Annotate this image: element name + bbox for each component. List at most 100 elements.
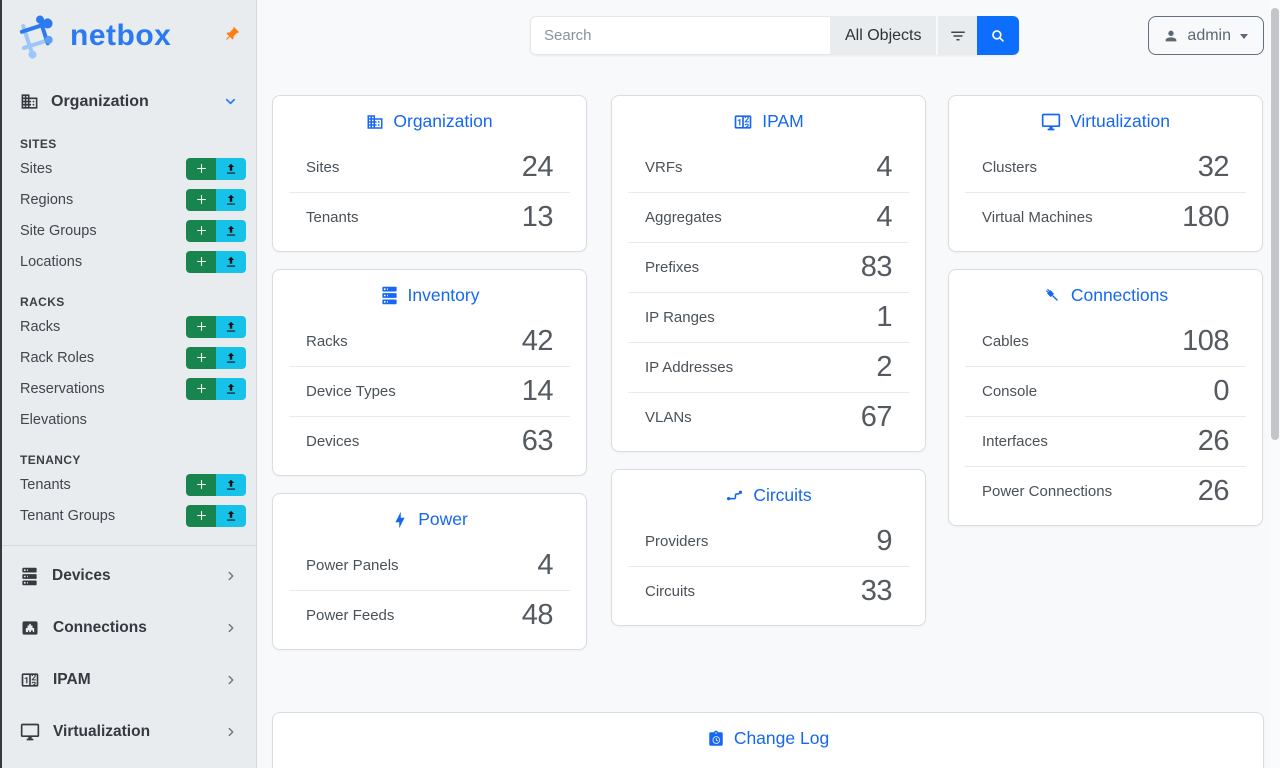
card-header[interactable]: Inventory [273,270,586,317]
import-button[interactable] [216,378,246,400]
sidebar-item-tenant-groups: Tenant Groups [2,500,256,531]
add-button[interactable] [186,347,216,369]
stat-row-aggregates[interactable]: Aggregates4 [612,193,925,242]
netbox-logo-icon[interactable] [14,13,62,59]
stat-row-providers[interactable]: Providers9 [612,517,925,566]
user-menu-button[interactable]: admin [1148,16,1264,55]
search-group: All Objects [530,16,1019,55]
card-header[interactable]: Power [273,494,586,541]
add-button[interactable] [186,316,216,338]
import-button[interactable] [216,220,246,242]
plus-icon [195,351,208,364]
stat-row-cables[interactable]: Cables108 [949,317,1262,366]
chevron-right-icon [224,673,238,687]
stat-row-clusters[interactable]: Clusters32 [949,143,1262,192]
sidebar-item-link[interactable]: Tenant Groups [20,508,115,524]
add-button[interactable] [186,220,216,242]
page-scrollbar-track[interactable] [1270,0,1280,768]
sidebar-item-link[interactable]: Regions [20,192,73,208]
import-button[interactable] [216,251,246,273]
sidebar-item-organization[interactable]: Organization [2,84,256,119]
card-header[interactable]: Organization [273,96,586,143]
server-icon [20,567,39,586]
card-header[interactable]: Virtualization [949,96,1262,143]
search-input[interactable] [530,16,830,55]
stat-row-device-types[interactable]: Device Types14 [273,367,586,416]
upload-icon [224,478,238,492]
sidebar-item-link[interactable]: Rack Roles [20,350,94,366]
plus-icon [195,509,208,522]
sidebar-item-link[interactable]: Locations [20,254,82,270]
sidebar-item-actions [186,158,246,180]
stat-row-devices[interactable]: Devices63 [273,417,586,466]
logo-row: netbox [2,0,256,70]
filter-button[interactable] [936,16,977,55]
stat-row-power-connections[interactable]: Power Connections 26 [949,467,1262,516]
import-button[interactable] [216,505,246,527]
stat-row-racks[interactable]: Racks42 [273,317,586,366]
stat-row-tenants[interactable]: Tenants13 [273,193,586,242]
stat-value: 26 [1198,475,1229,508]
upload-icon [224,255,238,269]
sidebar-item-devices[interactable]: Devices [2,550,256,602]
add-button[interactable] [186,158,216,180]
add-button[interactable] [186,189,216,211]
sidebar-item-virtualization[interactable]: Virtualization [2,706,256,758]
page-scrollbar-thumb[interactable] [1271,8,1279,440]
add-button[interactable] [186,378,216,400]
import-button[interactable] [216,474,246,496]
monitor-icon [1041,112,1061,132]
stat-row-console[interactable]: Console0 [949,367,1262,416]
search-scope-dropdown[interactable]: All Objects [830,16,936,55]
sidebar-nav: Devices Connections IPAMVirtualization [2,545,256,758]
sidebar-item-label: Connections [53,619,147,637]
counter-icon [733,112,753,132]
stat-row-sites[interactable]: Sites24 [273,143,586,192]
add-button[interactable] [186,251,216,273]
stat-row-virtual-machines[interactable]: Virtual Machines180 [949,193,1262,242]
card-rows: Clusters32Virtual Machines180 [949,143,1262,251]
import-button[interactable] [216,316,246,338]
card-header[interactable]: Circuits [612,470,925,517]
stat-row-vlans[interactable]: VLANs67 [612,393,925,442]
stat-row-vrfs[interactable]: VRFs4 [612,143,925,192]
stat-row-power-panels[interactable]: Power Panels4 [273,541,586,590]
sidebar-item-link[interactable]: Sites [20,161,52,177]
power-card: PowerPower Panels4Power Feeds48 [272,493,587,650]
stat-row-ip-ranges[interactable]: IP Ranges1 [612,293,925,342]
stat-row-circuits[interactable]: Circuits33 [612,567,925,616]
pin-sidebar-button[interactable] [221,24,242,48]
search-button[interactable] [977,16,1019,55]
sidebar-item-connections[interactable]: Connections [2,602,256,654]
sidebar-item-link[interactable]: Racks [20,319,60,335]
import-button[interactable] [216,158,246,180]
add-button[interactable] [186,505,216,527]
import-button[interactable] [216,189,246,211]
stat-label: Console [982,383,1037,400]
stat-label: Power Connections [982,483,1112,500]
sidebar-item-link[interactable]: Reservations [20,381,105,397]
import-button[interactable] [216,347,246,369]
stat-row-power-feeds[interactable]: Power Feeds48 [273,591,586,640]
sidebar-item-link[interactable]: Tenants [20,477,71,493]
sidebar-item-ipam[interactable]: IPAM [2,654,256,706]
sidebar-item-actions [186,505,246,527]
person-icon [1163,28,1179,44]
sidebar-item-elevations: Elevations [2,404,256,435]
caret-down-icon [1239,31,1249,41]
add-button[interactable] [186,474,216,496]
logo-wordmark[interactable]: netbox [70,19,171,53]
stat-row-interfaces[interactable]: Interfaces26 [949,417,1262,466]
stat-row-prefixes[interactable]: Prefixes83 [612,243,925,292]
sidebar-item-link[interactable]: Elevations [20,412,87,428]
card-header[interactable]: Connections [949,270,1262,317]
changelog-card-header[interactable]: Change Log [273,713,1263,760]
sidebar-item-link[interactable]: Site Groups [20,223,97,239]
sidebar-item-actions [186,378,246,400]
stat-label: Circuits [645,583,695,600]
stat-row-ip-addresses[interactable]: IP Addresses2 [612,343,925,392]
stat-value: 180 [1182,201,1229,234]
card-header[interactable]: IPAM [612,96,925,143]
stat-label: Cables [982,333,1029,350]
virtualization-card: VirtualizationClusters32Virtual Machines… [948,95,1263,252]
